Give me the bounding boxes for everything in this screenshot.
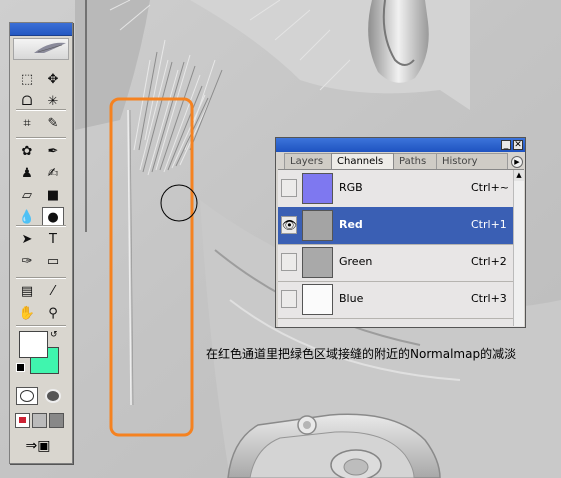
visibility-toggle[interactable] xyxy=(281,253,297,271)
tool-separator xyxy=(16,137,66,139)
channel-row-green[interactable]: Green Ctrl+2 xyxy=(278,244,514,282)
shape-tool-icon[interactable]: ▭ xyxy=(42,251,64,271)
full-screen-menu-mode-button[interactable] xyxy=(32,413,47,428)
marquee-tool-icon[interactable]: ⬚ xyxy=(16,69,38,89)
tab-paths[interactable]: Paths xyxy=(393,153,437,169)
magic-wand-tool-icon[interactable]: ✳ xyxy=(42,91,64,111)
quick-mask-button[interactable] xyxy=(42,387,64,405)
clone-stamp-tool-icon[interactable]: ♟ xyxy=(16,163,38,183)
eraser-tool-icon[interactable]: ▱ xyxy=(16,185,38,205)
tool-separator xyxy=(16,109,66,111)
caption-text: 在红色通道里把绿色区域接缝的附近的Normalmap的减淡 xyxy=(206,347,517,361)
tab-layers[interactable]: Layers xyxy=(284,153,332,169)
path-selection-tool-icon[interactable]: ➤ xyxy=(16,229,38,249)
tab-channels[interactable]: Channels xyxy=(331,153,394,169)
channel-row-blue[interactable]: Blue Ctrl+3 xyxy=(278,281,514,319)
channel-shortcut: Ctrl+3 xyxy=(471,292,507,305)
tools-palette-titlebar[interactable] xyxy=(10,23,72,36)
tab-history[interactable]: History xyxy=(436,153,508,169)
channel-list-scrollbar[interactable]: ▲ xyxy=(513,170,524,326)
tool-separator xyxy=(16,325,66,327)
lasso-tool-icon[interactable]: ᗝ xyxy=(16,91,38,111)
channel-thumbnail xyxy=(302,210,333,241)
channel-thumbnail xyxy=(302,247,333,278)
close-palette-button[interactable]: ✕ xyxy=(513,140,523,150)
standard-screen-mode-button[interactable] xyxy=(15,413,30,428)
brush-tool-icon[interactable]: ✒ xyxy=(42,141,64,161)
visibility-toggle[interactable] xyxy=(281,290,297,308)
channel-shortcut: Ctrl+1 xyxy=(471,218,507,231)
channels-palette-titlebar[interactable]: _ ✕ xyxy=(276,138,525,152)
channel-thumbnail xyxy=(302,284,333,315)
gradient-tool-icon[interactable]: ■ xyxy=(42,185,64,205)
minimize-palette-button[interactable]: _ xyxy=(501,140,511,150)
palette-menu-icon[interactable]: ▶ xyxy=(511,156,523,168)
zoom-tool-icon[interactable]: ⚲ xyxy=(42,303,64,323)
hand-tool-icon[interactable]: ✋ xyxy=(16,303,38,323)
channel-name: Blue xyxy=(339,292,364,305)
tool-separator xyxy=(16,225,66,227)
pen-tool-icon[interactable]: ✑ xyxy=(16,251,38,271)
healing-brush-tool-icon[interactable]: ✿ xyxy=(16,141,38,161)
crop-tool-icon[interactable]: ⌗ xyxy=(16,113,38,133)
full-screen-mode-button[interactable] xyxy=(49,413,64,428)
visibility-toggle[interactable]: 👁 xyxy=(281,216,297,234)
eyedropper-tool-icon[interactable]: ⁄ xyxy=(42,281,64,301)
move-tool-icon[interactable]: ✥ xyxy=(42,69,64,89)
history-brush-tool-icon[interactable]: ✍ xyxy=(42,163,64,183)
jump-to-imageready-button[interactable]: ⇒▣ xyxy=(18,437,58,455)
tool-separator xyxy=(16,277,66,279)
notes-tool-icon[interactable]: ▤ xyxy=(16,281,38,301)
foreground-color-swatch[interactable] xyxy=(19,331,48,358)
channel-name: Red xyxy=(339,218,363,231)
type-tool-icon[interactable]: T xyxy=(42,229,64,249)
scroll-up-icon[interactable]: ▲ xyxy=(514,170,524,181)
channel-thumbnail xyxy=(302,173,333,204)
channel-name: RGB xyxy=(339,181,363,194)
tools-palette: ⬚ ✥ ᗝ ✳ ⌗ ✎ ✿ ✒ ♟ ✍ ▱ ■ 💧 ● ➤ T ✑ ▭ ▤ ⁄ ✋ ⚲ ↺ ⇒▣ xyxy=(9,22,73,464)
channel-row-red[interactable]: 👁 Red Ctrl+1 xyxy=(278,207,514,245)
visibility-toggle[interactable] xyxy=(281,179,297,197)
slice-tool-icon[interactable]: ✎ xyxy=(42,113,64,133)
eye-icon: 👁 xyxy=(282,218,298,232)
default-colors-icon[interactable] xyxy=(16,363,25,372)
photoshop-logo[interactable] xyxy=(13,38,69,60)
channels-palette: _ ✕ Layers Channels Paths History ▶ RGB C… xyxy=(275,137,526,328)
channel-name: Green xyxy=(339,255,373,268)
dodge-tool-icon[interactable]: ● xyxy=(42,207,64,227)
channel-shortcut: Ctrl+~ xyxy=(471,181,510,194)
channel-list: RGB Ctrl+~ 👁 Red Ctrl+1 Green Ctrl+2 Blue Ctrl+3… xyxy=(278,169,524,327)
channel-shortcut: Ctrl+2 xyxy=(471,255,507,268)
blur-tool-icon[interactable]: 💧 xyxy=(16,207,38,227)
standard-mode-button[interactable] xyxy=(16,387,38,405)
swap-colors-icon[interactable]: ↺ xyxy=(50,330,58,340)
channel-row-rgb[interactable]: RGB Ctrl+~ xyxy=(278,170,514,208)
